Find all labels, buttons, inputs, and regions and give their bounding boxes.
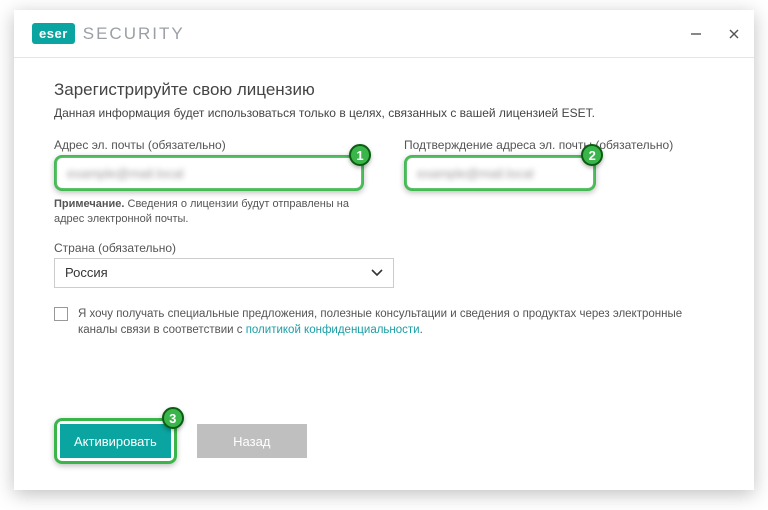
email-input[interactable] [59, 160, 359, 186]
note-prefix: Примечание. [54, 198, 124, 210]
country-field-group: Страна (обязательно) Россия [54, 241, 714, 288]
email-label: Адрес эл. почты (обязательно) [54, 138, 364, 152]
email-note: Примечание. Сведения о лицензии будут от… [54, 197, 364, 227]
activate-button[interactable]: Активировать [60, 424, 171, 458]
email-confirm-input[interactable] [409, 160, 591, 186]
window-controls [688, 26, 742, 42]
back-button[interactable]: Назад [197, 424, 307, 458]
email-confirm-label: Подтверждение адреса эл. почты (обязател… [404, 138, 714, 152]
brand-logo: eser SECURITY [32, 23, 185, 44]
titlebar: eser SECURITY [14, 10, 754, 58]
step-badge-1: 1 [349, 144, 371, 166]
country-value: Россия [65, 265, 108, 280]
page-subtitle: Данная информация будет использоваться т… [54, 106, 714, 120]
footer: Активировать 3 Назад [14, 418, 754, 490]
email-row: Адрес эл. почты (обязательно) 1 Примечан… [54, 138, 714, 227]
app-window: eser SECURITY Зарегистрируйте свою лицен… [14, 10, 754, 490]
privacy-policy-link[interactable]: политикой конфиденциальности [246, 324, 420, 336]
chevron-down-icon [371, 265, 383, 280]
minimize-button[interactable] [688, 26, 704, 42]
consent-text: Я хочу получать специальные предложения,… [78, 306, 714, 339]
page-title: Зарегистрируйте свою лицензию [54, 80, 714, 100]
brand-product: SECURITY [83, 24, 185, 44]
email-field-group: Адрес эл. почты (обязательно) 1 Примечан… [54, 138, 364, 227]
email-confirm-field-group: Подтверждение адреса эл. почты (обязател… [404, 138, 714, 227]
brand-badge: eser [32, 23, 75, 44]
activate-highlight: Активировать 3 [54, 418, 177, 464]
content-area: Зарегистрируйте свою лицензию Данная инф… [14, 58, 754, 418]
consent-text-after: . [420, 324, 423, 336]
consent-row: Я хочу получать специальные предложения,… [54, 306, 714, 339]
step-badge-2: 2 [581, 144, 603, 166]
email-confirm-highlight: 2 [404, 155, 596, 191]
step-badge-3: 3 [162, 407, 184, 429]
country-select[interactable]: Россия [54, 258, 394, 288]
email-highlight: 1 [54, 155, 364, 191]
close-button[interactable] [726, 26, 742, 42]
country-label: Страна (обязательно) [54, 241, 714, 255]
consent-checkbox[interactable] [54, 307, 68, 321]
